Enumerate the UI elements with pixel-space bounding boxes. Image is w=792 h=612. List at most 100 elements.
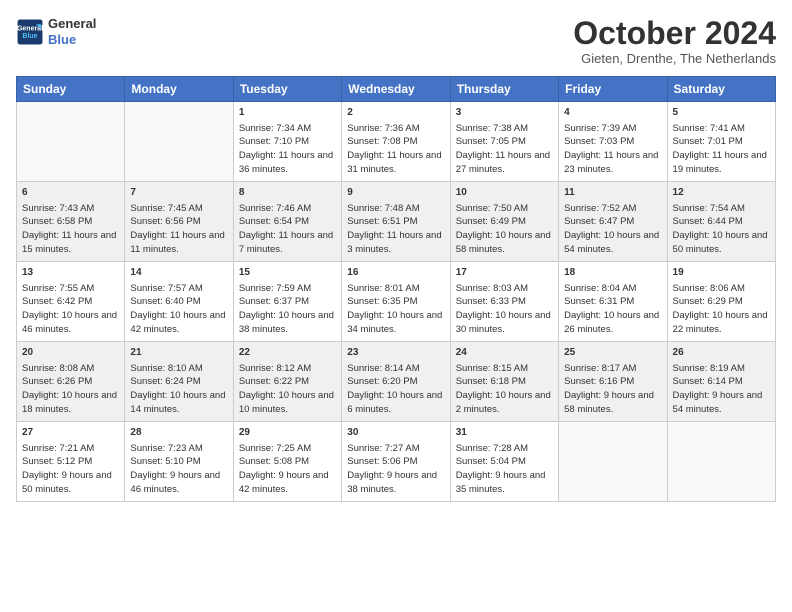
- day-header-friday: Friday: [559, 77, 667, 102]
- calendar-cell: 4Sunrise: 7:39 AMSunset: 7:03 PMDaylight…: [559, 102, 667, 182]
- day-info: Sunrise: 8:06 AM: [673, 282, 770, 296]
- day-info: Sunrise: 7:54 AM: [673, 202, 770, 216]
- day-info: Sunrise: 8:08 AM: [22, 362, 119, 376]
- calendar-cell: [17, 102, 125, 182]
- calendar-cell: 30Sunrise: 7:27 AMSunset: 5:06 PMDayligh…: [342, 422, 450, 502]
- day-info: Sunset: 6:16 PM: [564, 375, 661, 389]
- calendar-cell: 10Sunrise: 7:50 AMSunset: 6:49 PMDayligh…: [450, 182, 558, 262]
- day-info: Daylight: 10 hours and 18 minutes.: [22, 389, 119, 417]
- day-info: Sunrise: 8:14 AM: [347, 362, 444, 376]
- day-info: Sunrise: 8:17 AM: [564, 362, 661, 376]
- day-info: Sunset: 6:20 PM: [347, 375, 444, 389]
- day-info: Sunset: 7:05 PM: [456, 135, 553, 149]
- calendar-cell: 12Sunrise: 7:54 AMSunset: 6:44 PMDayligh…: [667, 182, 775, 262]
- week-row-4: 20Sunrise: 8:08 AMSunset: 6:26 PMDayligh…: [17, 342, 776, 422]
- calendar-cell: 29Sunrise: 7:25 AMSunset: 5:08 PMDayligh…: [233, 422, 341, 502]
- calendar-cell: 16Sunrise: 8:01 AMSunset: 6:35 PMDayligh…: [342, 262, 450, 342]
- calendar-cell: 31Sunrise: 7:28 AMSunset: 5:04 PMDayligh…: [450, 422, 558, 502]
- day-number: 6: [22, 186, 119, 201]
- day-number: 19: [673, 266, 770, 281]
- day-info: Sunset: 6:37 PM: [239, 295, 336, 309]
- day-info: Sunset: 6:33 PM: [456, 295, 553, 309]
- day-number: 11: [564, 186, 661, 201]
- day-info: Sunrise: 7:41 AM: [673, 122, 770, 136]
- day-info: Sunrise: 7:55 AM: [22, 282, 119, 296]
- day-info: Sunset: 7:03 PM: [564, 135, 661, 149]
- day-info: Sunrise: 7:28 AM: [456, 442, 553, 456]
- day-info: Sunset: 7:10 PM: [239, 135, 336, 149]
- calendar-cell: 23Sunrise: 8:14 AMSunset: 6:20 PMDayligh…: [342, 342, 450, 422]
- day-number: 2: [347, 106, 444, 121]
- day-info: Sunset: 6:51 PM: [347, 215, 444, 229]
- calendar-cell: 1Sunrise: 7:34 AMSunset: 7:10 PMDaylight…: [233, 102, 341, 182]
- day-info: Daylight: 11 hours and 27 minutes.: [456, 149, 553, 177]
- logo-blue: Blue: [48, 32, 96, 48]
- day-info: Sunrise: 7:59 AM: [239, 282, 336, 296]
- day-number: 28: [130, 426, 227, 441]
- day-header-tuesday: Tuesday: [233, 77, 341, 102]
- day-info: Sunset: 7:01 PM: [673, 135, 770, 149]
- day-header-thursday: Thursday: [450, 77, 558, 102]
- day-number: 17: [456, 266, 553, 281]
- day-info: Sunset: 6:40 PM: [130, 295, 227, 309]
- calendar-cell: 5Sunrise: 7:41 AMSunset: 7:01 PMDaylight…: [667, 102, 775, 182]
- logo: General Blue General Blue: [16, 16, 96, 47]
- page: General Blue General Blue October 2024 G…: [0, 0, 792, 612]
- header: General Blue General Blue October 2024 G…: [16, 16, 776, 66]
- day-info: Sunrise: 7:39 AM: [564, 122, 661, 136]
- title-section: October 2024 Gieten, Drenthe, The Nether…: [573, 16, 776, 66]
- day-number: 4: [564, 106, 661, 121]
- calendar-cell: 3Sunrise: 7:38 AMSunset: 7:05 PMDaylight…: [450, 102, 558, 182]
- calendar-cell: 28Sunrise: 7:23 AMSunset: 5:10 PMDayligh…: [125, 422, 233, 502]
- day-info: Sunset: 5:12 PM: [22, 455, 119, 469]
- day-info: Daylight: 11 hours and 23 minutes.: [564, 149, 661, 177]
- day-number: 29: [239, 426, 336, 441]
- day-number: 24: [456, 346, 553, 361]
- day-info: Daylight: 11 hours and 3 minutes.: [347, 229, 444, 257]
- calendar-cell: 6Sunrise: 7:43 AMSunset: 6:58 PMDaylight…: [17, 182, 125, 262]
- calendar-cell: 26Sunrise: 8:19 AMSunset: 6:14 PMDayligh…: [667, 342, 775, 422]
- day-info: Sunset: 6:22 PM: [239, 375, 336, 389]
- day-info: Sunrise: 7:25 AM: [239, 442, 336, 456]
- day-info: Sunset: 6:24 PM: [130, 375, 227, 389]
- calendar-cell: 25Sunrise: 8:17 AMSunset: 6:16 PMDayligh…: [559, 342, 667, 422]
- day-info: Sunrise: 7:38 AM: [456, 122, 553, 136]
- day-info: Daylight: 11 hours and 19 minutes.: [673, 149, 770, 177]
- day-number: 27: [22, 426, 119, 441]
- calendar-cell: 7Sunrise: 7:45 AMSunset: 6:56 PMDaylight…: [125, 182, 233, 262]
- day-info: Sunset: 5:10 PM: [130, 455, 227, 469]
- day-info: Sunset: 5:08 PM: [239, 455, 336, 469]
- day-info: Sunrise: 8:03 AM: [456, 282, 553, 296]
- day-info: Daylight: 10 hours and 26 minutes.: [564, 309, 661, 337]
- calendar-cell: 18Sunrise: 8:04 AMSunset: 6:31 PMDayligh…: [559, 262, 667, 342]
- day-info: Sunrise: 7:36 AM: [347, 122, 444, 136]
- day-number: 31: [456, 426, 553, 441]
- day-info: Daylight: 11 hours and 31 minutes.: [347, 149, 444, 177]
- day-header-saturday: Saturday: [667, 77, 775, 102]
- day-info: Daylight: 11 hours and 36 minutes.: [239, 149, 336, 177]
- day-info: Sunrise: 8:12 AM: [239, 362, 336, 376]
- day-number: 21: [130, 346, 227, 361]
- day-info: Daylight: 10 hours and 10 minutes.: [239, 389, 336, 417]
- day-info: Sunset: 6:31 PM: [564, 295, 661, 309]
- week-row-1: 1Sunrise: 7:34 AMSunset: 7:10 PMDaylight…: [17, 102, 776, 182]
- day-info: Daylight: 10 hours and 2 minutes.: [456, 389, 553, 417]
- calendar-cell: 22Sunrise: 8:12 AMSunset: 6:22 PMDayligh…: [233, 342, 341, 422]
- calendar-cell: 14Sunrise: 7:57 AMSunset: 6:40 PMDayligh…: [125, 262, 233, 342]
- day-info: Sunset: 6:29 PM: [673, 295, 770, 309]
- day-number: 20: [22, 346, 119, 361]
- day-number: 25: [564, 346, 661, 361]
- day-info: Sunrise: 8:01 AM: [347, 282, 444, 296]
- day-info: Sunrise: 7:50 AM: [456, 202, 553, 216]
- day-info: Sunset: 6:26 PM: [22, 375, 119, 389]
- day-info: Daylight: 10 hours and 30 minutes.: [456, 309, 553, 337]
- day-info: Daylight: 9 hours and 42 minutes.: [239, 469, 336, 497]
- day-number: 1: [239, 106, 336, 121]
- day-number: 10: [456, 186, 553, 201]
- day-info: Sunrise: 8:04 AM: [564, 282, 661, 296]
- calendar-cell: 17Sunrise: 8:03 AMSunset: 6:33 PMDayligh…: [450, 262, 558, 342]
- calendar-cell: 11Sunrise: 7:52 AMSunset: 6:47 PMDayligh…: [559, 182, 667, 262]
- calendar-cell: [667, 422, 775, 502]
- day-info: Daylight: 10 hours and 38 minutes.: [239, 309, 336, 337]
- day-info: Sunrise: 8:15 AM: [456, 362, 553, 376]
